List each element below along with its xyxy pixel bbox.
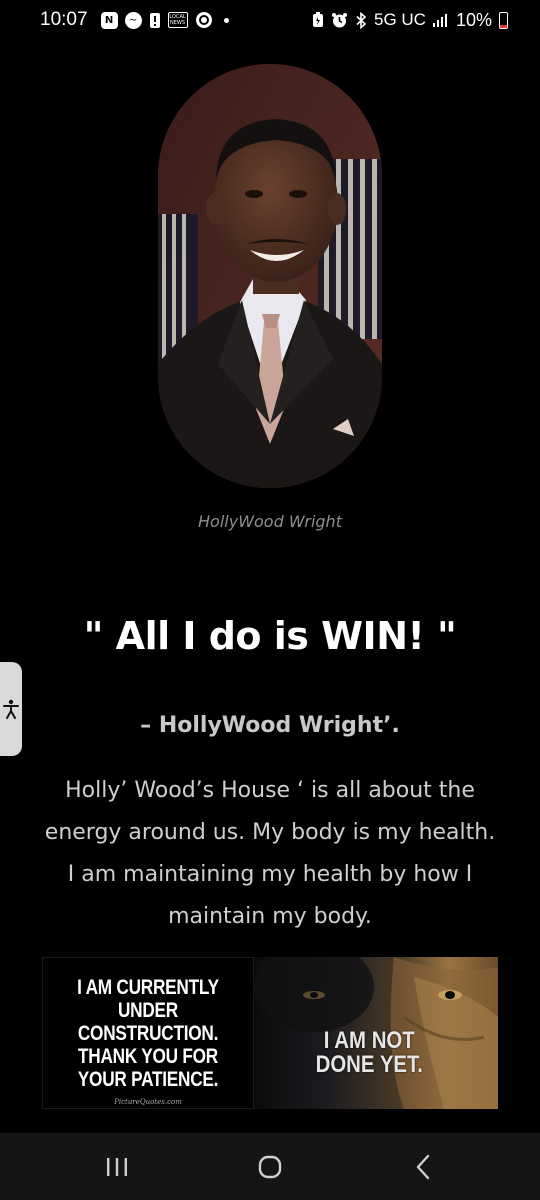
description-paragraph: Holly’ Wood’s House ‘ is all about the e…: [44, 778, 496, 929]
lion-image: I AM NOT DONE YET.: [254, 957, 498, 1109]
nfc-notification-icon: N: [100, 11, 118, 29]
image-credit: PictureQuotes.com: [114, 1098, 182, 1106]
battery-icon: [499, 11, 508, 29]
alarm-icon: [331, 12, 348, 29]
motivational-banner: I AM CURRENTLY UNDER CONSTRUCTION. THANK…: [42, 957, 498, 1109]
navigation-bar: [0, 1133, 540, 1200]
accessibility-button[interactable]: [0, 662, 22, 756]
under-construction-image: I AM CURRENTLY UNDER CONSTRUCTION. THANK…: [42, 957, 254, 1109]
home-button[interactable]: [240, 1137, 300, 1197]
local-news-icon: LOCAL NEWS: [167, 12, 188, 28]
network-type: 5G UC: [374, 10, 426, 29]
messenger-icon: ~: [124, 11, 142, 29]
status-right: 5G UC 10%: [312, 10, 508, 31]
notification-icon: [149, 12, 161, 29]
recent-apps-button[interactable]: [87, 1137, 147, 1197]
status-left: 10:07 N ~ LOCAL NEWS: [40, 9, 229, 31]
status-bar: 10:07 N ~ LOCAL NEWS 5G UC 10%: [0, 0, 540, 40]
target-icon: [195, 11, 213, 29]
battery-saver-icon: [312, 12, 324, 28]
battery-percentage: 10%: [455, 9, 492, 30]
accessibility-icon: [3, 699, 19, 719]
back-icon: [417, 1154, 430, 1179]
home-icon: [258, 1155, 282, 1178]
portrait-illustration: [158, 64, 382, 488]
signal-icon: [432, 13, 449, 27]
quote-author: – HollyWood Wright’.: [140, 713, 400, 738]
not-done-yet-text: I AM NOT DONE YET.: [315, 1027, 423, 1078]
status-time: 10:07: [40, 9, 88, 30]
quote-heading: " All I do is WIN! ": [83, 614, 457, 658]
under-construction-text: I AM CURRENTLY UNDER CONSTRUCTION. THANK…: [77, 975, 219, 1091]
bluetooth-icon: [355, 11, 367, 29]
back-button[interactable]: [393, 1137, 453, 1197]
recent-apps-icon: [106, 1157, 127, 1176]
photo-caption: HollyWood Wright: [198, 512, 342, 531]
more-notifications-dot: [223, 17, 229, 23]
profile-photo: [158, 64, 382, 488]
